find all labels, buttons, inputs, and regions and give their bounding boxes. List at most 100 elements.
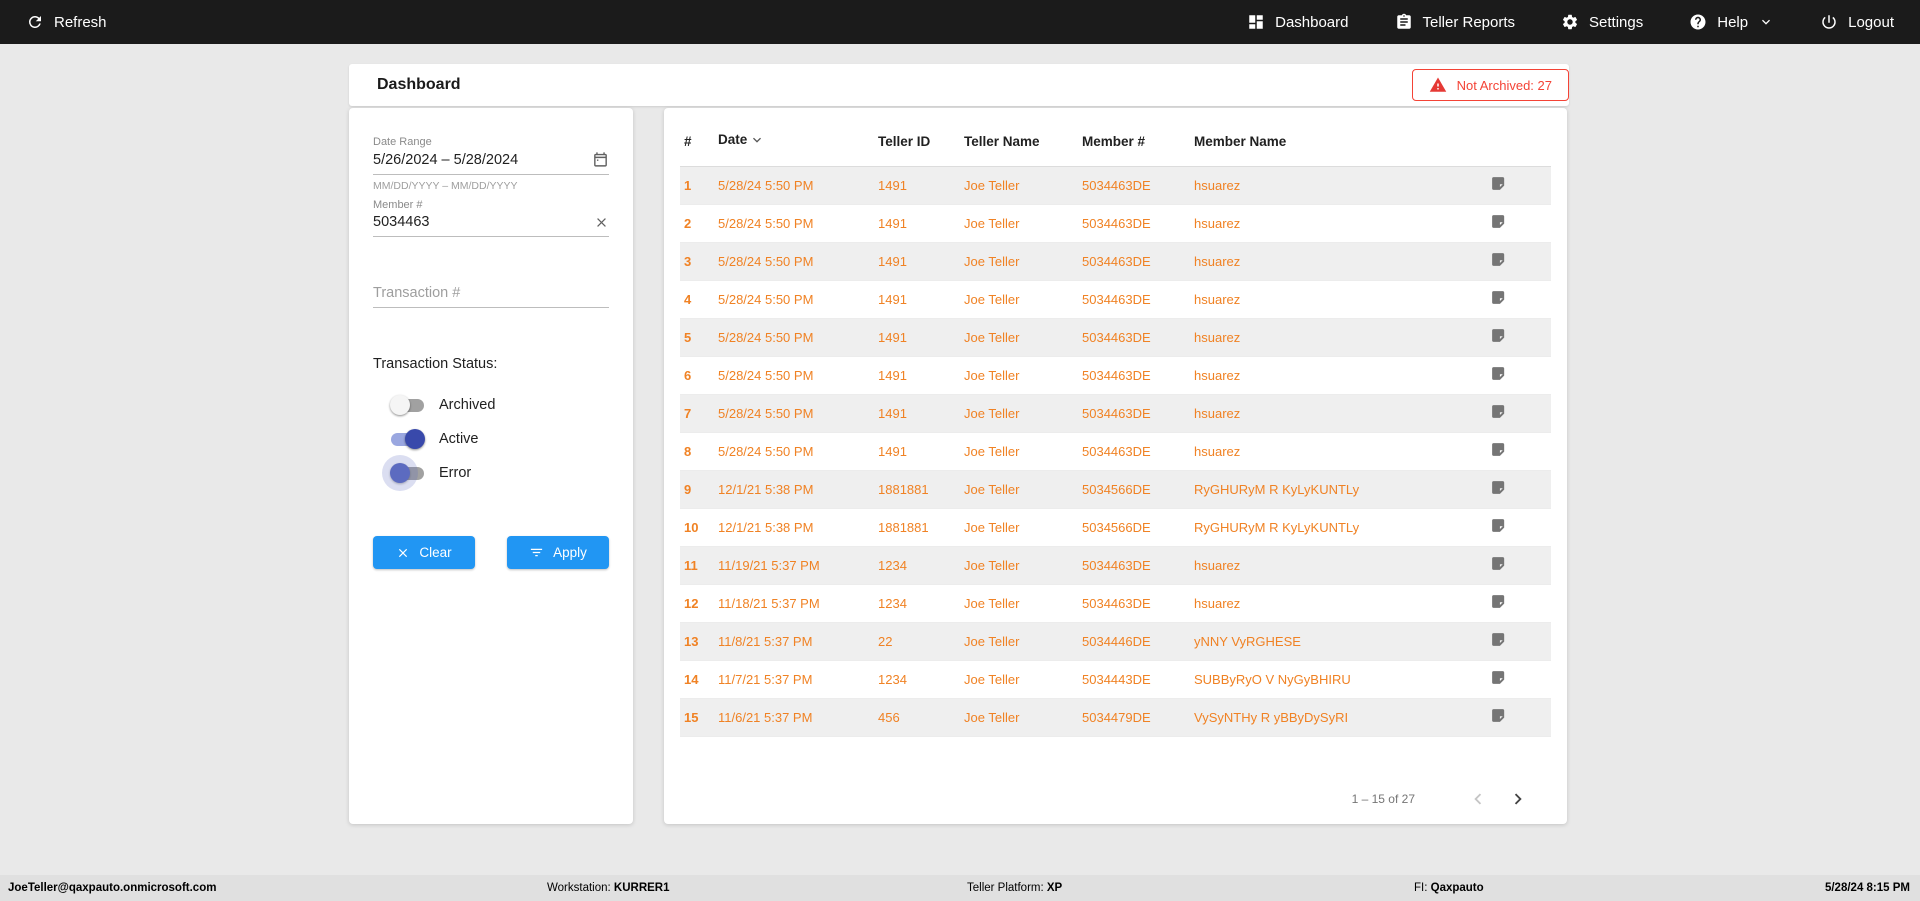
table-row[interactable]: 3 5/28/24 5:50 PM 1491 Joe Teller 5034463DE h… bbox=[680, 242, 1551, 281]
toggle-archived-switch[interactable] bbox=[390, 394, 424, 415]
note-icon[interactable] bbox=[1490, 479, 1507, 496]
member-number-field bbox=[373, 214, 609, 237]
row-date: 5/28/24 5:50 PM bbox=[714, 394, 874, 433]
note-icon[interactable] bbox=[1490, 403, 1507, 420]
transaction-number-input[interactable] bbox=[373, 285, 609, 301]
apply-button[interactable]: Apply bbox=[507, 536, 609, 569]
row-member-number: 5034463DE bbox=[1078, 242, 1190, 281]
row-teller-id: 1881881 bbox=[874, 508, 960, 547]
row-date: 5/28/24 5:50 PM bbox=[714, 204, 874, 243]
note-icon[interactable] bbox=[1490, 251, 1507, 268]
filter-icon bbox=[529, 545, 544, 560]
nav-teller-reports[interactable]: Teller Reports bbox=[1395, 13, 1515, 31]
table-row[interactable]: 10 12/1/21 5:38 PM 1881881 Joe Teller 503456… bbox=[680, 508, 1551, 547]
note-icon[interactable] bbox=[1490, 213, 1507, 230]
col-teller-id-label: Teller ID bbox=[878, 134, 931, 150]
table-row[interactable]: 12 11/18/21 5:37 PM 1234 Joe Teller 5034463D… bbox=[680, 584, 1551, 623]
nav-help[interactable]: Help bbox=[1689, 13, 1774, 31]
prev-page-button[interactable] bbox=[1465, 786, 1491, 812]
workstation-value: KURRER1 bbox=[613, 882, 670, 894]
table-row[interactable]: 15 11/6/21 5:37 PM 456 Joe Teller 5034479DE V… bbox=[680, 698, 1551, 737]
nav-logout[interactable]: Logout bbox=[1820, 13, 1894, 31]
nav-settings[interactable]: Settings bbox=[1561, 13, 1643, 31]
row-member-number: 5034463DE bbox=[1078, 204, 1190, 243]
toggle-thumb bbox=[390, 462, 410, 483]
table-row[interactable]: 4 5/28/24 5:50 PM 1491 Joe Teller 5034463DE h… bbox=[680, 280, 1551, 319]
refresh-button[interactable]: Refresh bbox=[26, 13, 107, 31]
row-teller-id: 1491 bbox=[874, 166, 960, 205]
toggle-active-switch[interactable] bbox=[391, 428, 425, 449]
transactions-table: # Date Teller ID Teller Name Member # Me… bbox=[680, 118, 1551, 737]
workstation-info: Workstation: KURRER1 bbox=[547, 875, 670, 901]
table-row[interactable]: 5 5/28/24 5:50 PM 1491 Joe Teller 5034463DE h… bbox=[680, 318, 1551, 357]
nav-logout-label: Logout bbox=[1848, 13, 1894, 31]
table-row[interactable]: 13 11/8/21 5:37 PM 22 Joe Teller 5034446DE yN… bbox=[680, 622, 1551, 661]
note-icon[interactable] bbox=[1490, 365, 1507, 382]
row-teller-name: Joe Teller bbox=[960, 470, 1078, 509]
note-icon[interactable] bbox=[1490, 631, 1507, 648]
row-actions bbox=[1480, 622, 1551, 661]
col-teller-name[interactable]: Teller Name bbox=[960, 118, 1078, 167]
toggle-active-label: Active bbox=[439, 431, 479, 447]
note-icon[interactable] bbox=[1490, 707, 1507, 724]
toggle-archived[interactable]: Archived bbox=[390, 388, 609, 422]
toggle-error-switch[interactable] bbox=[390, 462, 424, 483]
clear-button[interactable]: Clear bbox=[373, 536, 475, 569]
table-row[interactable]: 11 11/19/21 5:37 PM 1234 Joe Teller 5034463D… bbox=[680, 546, 1551, 585]
table-row[interactable]: 8 5/28/24 5:50 PM 1491 Joe Teller 5034463DE h… bbox=[680, 432, 1551, 471]
nav-help-label: Help bbox=[1717, 13, 1749, 31]
teller-platform-info: Teller Platform: XP bbox=[967, 875, 1062, 901]
row-member-number: 5034446DE bbox=[1078, 622, 1190, 661]
user-email: JoeTeller@qaxpauto.onmicrosoft.com bbox=[8, 882, 217, 894]
note-icon[interactable] bbox=[1490, 327, 1507, 344]
status-bar: JoeTeller@qaxpauto.onmicrosoft.com Works… bbox=[0, 875, 1920, 901]
row-teller-name: Joe Teller bbox=[960, 584, 1078, 623]
row-member-number: 5034566DE bbox=[1078, 470, 1190, 509]
datetime: 5/28/24 8:15 PM bbox=[1824, 882, 1910, 894]
col-date[interactable]: Date bbox=[714, 118, 874, 167]
toggle-error[interactable]: Error bbox=[390, 456, 609, 490]
col-teller-id[interactable]: Teller ID bbox=[874, 118, 960, 167]
nav-dashboard[interactable]: Dashboard bbox=[1247, 13, 1349, 31]
fi-label: FI: bbox=[1414, 882, 1428, 894]
col-number[interactable]: # bbox=[680, 118, 714, 167]
not-archived-badge[interactable]: Not Archived: 27 bbox=[1411, 69, 1569, 101]
row-member-name: hsuarez bbox=[1190, 584, 1480, 623]
help-icon bbox=[1689, 13, 1707, 31]
note-icon[interactable] bbox=[1490, 289, 1507, 306]
refresh-label: Refresh bbox=[54, 13, 107, 31]
note-icon[interactable] bbox=[1490, 441, 1507, 458]
col-member-name[interactable]: Member Name bbox=[1190, 118, 1480, 167]
clear-member-icon[interactable] bbox=[594, 215, 609, 230]
table-row[interactable]: 7 5/28/24 5:50 PM 1491 Joe Teller 5034463DE h… bbox=[680, 394, 1551, 433]
member-number-input[interactable] bbox=[373, 214, 594, 230]
row-member-name: hsuarez bbox=[1190, 242, 1480, 281]
date-range-input[interactable] bbox=[373, 151, 592, 168]
row-member-name: VySyNTHy R yBByDySyRI bbox=[1190, 698, 1480, 737]
row-teller-id: 1491 bbox=[874, 356, 960, 395]
table-row[interactable]: 1 5/28/24 5:50 PM 1491 Joe Teller 5034463DE h… bbox=[680, 166, 1551, 205]
col-member-number[interactable]: Member # bbox=[1078, 118, 1190, 167]
note-icon[interactable] bbox=[1490, 669, 1507, 686]
toggle-active[interactable]: Active bbox=[391, 422, 609, 456]
calendar-icon[interactable] bbox=[592, 151, 609, 168]
chevron-down-icon bbox=[1758, 14, 1774, 30]
row-teller-name: Joe Teller bbox=[960, 432, 1078, 471]
member-number-label: Member # bbox=[373, 199, 423, 211]
note-icon[interactable] bbox=[1490, 517, 1507, 534]
row-number: 5 bbox=[680, 318, 714, 357]
row-number: 4 bbox=[680, 280, 714, 319]
row-teller-name: Joe Teller bbox=[960, 280, 1078, 319]
row-teller-name: Joe Teller bbox=[960, 204, 1078, 243]
row-number: 3 bbox=[680, 242, 714, 281]
note-icon[interactable] bbox=[1490, 175, 1507, 192]
note-icon[interactable] bbox=[1490, 555, 1507, 572]
table-row[interactable]: 6 5/28/24 5:50 PM 1491 Joe Teller 5034463DE h… bbox=[680, 356, 1551, 395]
next-page-button[interactable] bbox=[1505, 786, 1531, 812]
row-teller-name: Joe Teller bbox=[960, 356, 1078, 395]
table-row[interactable]: 14 11/7/21 5:37 PM 1234 Joe Teller 5034443DE… bbox=[680, 660, 1551, 699]
table-row[interactable]: 2 5/28/24 5:50 PM 1491 Joe Teller 5034463DE h… bbox=[680, 204, 1551, 243]
nav-settings-label: Settings bbox=[1589, 13, 1644, 31]
table-row[interactable]: 9 12/1/21 5:38 PM 1881881 Joe Teller 5034566… bbox=[680, 470, 1551, 509]
note-icon[interactable] bbox=[1490, 593, 1507, 610]
